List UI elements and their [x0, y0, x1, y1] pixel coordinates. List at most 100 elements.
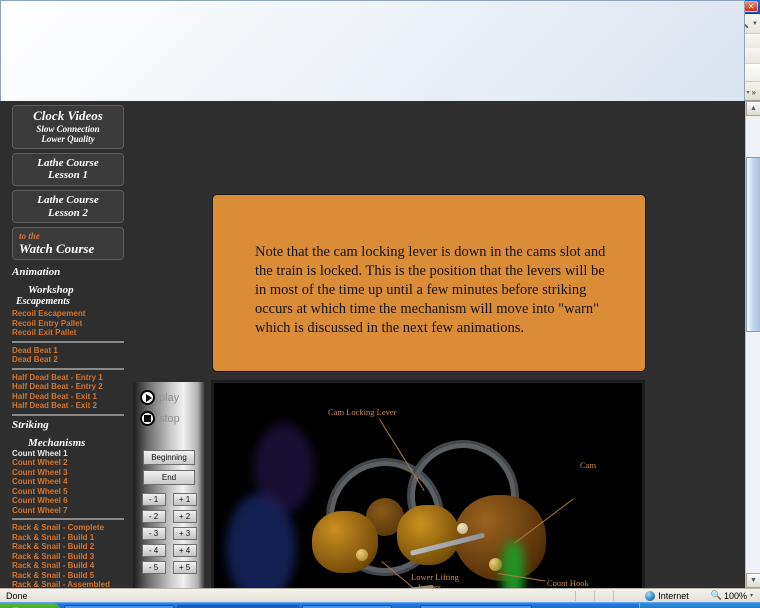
end-button[interactable]: End	[143, 470, 195, 485]
purple-glow	[254, 423, 314, 513]
animation-workshop-heading-2: Workshop	[28, 284, 74, 297]
annotation-lower-lifting-2: Levers	[418, 582, 442, 588]
annotation-cam: Cam	[580, 460, 597, 470]
sidebar-link-rack-snail-assembled[interactable]: Rack & Snail - Assembled	[12, 580, 124, 588]
instruction-text: Note that the cam locking lever is down …	[255, 244, 606, 336]
animation-viewport[interactable]: Cam Locking Lever Cam Lower Lifting Leve…	[211, 380, 645, 588]
striking-heading-1: Striking	[12, 418, 49, 431]
sidebar-link-count-wheel-5[interactable]: Count Wheel 5	[12, 487, 124, 497]
page-body: Clock Videos Slow Connection Lower Quali…	[0, 101, 745, 588]
zoom-caret[interactable]: ▾	[750, 592, 753, 599]
stop-label: stop	[159, 412, 180, 425]
tools-caret[interactable]: ▾	[747, 89, 750, 96]
step-plus-5-button[interactable]: + 5	[172, 561, 197, 574]
scroll-down-button[interactable]: ▼	[746, 573, 760, 588]
lathe1-sub: Lesson 1	[47, 169, 89, 182]
sidebar-link-count-wheel-7[interactable]: Count Wheel 7	[12, 506, 124, 516]
sidebar-link-count-wheel-1[interactable]: Count Wheel 1	[12, 449, 124, 459]
stop-icon	[140, 411, 155, 426]
sidebar-link-half-dead-beat-entry-1[interactable]: Half Dead Beat - Entry 1	[12, 373, 124, 383]
sidebar-link-rack-snail-build-2[interactable]: Rack & Snail - Build 2	[12, 542, 124, 552]
step-minus-3-button[interactable]: - 3	[141, 527, 166, 540]
sidebar-link-rack-snail-complete[interactable]: Rack & Snail - Complete	[12, 523, 124, 533]
count-hook-glow	[502, 541, 524, 588]
sidebar-link-count-wheel-3[interactable]: Count Wheel 3	[12, 468, 124, 478]
sidebar-link-recoil-exit-pallet[interactable]: Recoil Exit Pallet	[12, 328, 124, 338]
taskbar-item-raui[interactable]: RaUI	[301, 604, 392, 608]
security-zone-label: Internet	[658, 590, 689, 601]
taskbar-item-paint[interactable]: lt_1_page.JPG - Paint	[419, 604, 532, 608]
scrollbar-track[interactable]	[746, 117, 760, 572]
zoom-control[interactable]: 🔍 100% ▾	[711, 590, 753, 601]
step-minus-2-button[interactable]: - 2	[141, 510, 166, 523]
play-control[interactable]: play	[133, 382, 205, 405]
status-text: Done	[6, 590, 28, 601]
step-plus-1-button[interactable]: + 1	[172, 493, 197, 506]
step-minus-1-button[interactable]: - 1	[141, 493, 166, 506]
step-minus-4-button[interactable]: - 4	[141, 544, 166, 557]
annotation-count-hook: Count Hook	[547, 578, 589, 588]
clock-videos-sub1: Slow Connection	[36, 123, 100, 134]
command-bar: ▾ ▾ ▾ Page ▾ Tools ▾ »	[0, 0, 760, 487]
status-separators	[575, 590, 631, 601]
sidebar-link-rack-snail-build-3[interactable]: Rack & Snail - Build 3	[12, 552, 124, 562]
command-bar-overflow-icon[interactable]: »	[752, 88, 756, 97]
play-label: play	[159, 391, 180, 404]
step-plus-3-button[interactable]: + 3	[172, 527, 197, 540]
sidebar-link-recoil-entry-pallet[interactable]: Recoil Entry Pallet	[12, 319, 124, 329]
tab-bar: ★ ✚ ▾ Y (42293 unread) Yahoo! Mail, ... …	[0, 0, 760, 487]
start-button[interactable]: start	[0, 602, 62, 608]
sidebar-link-rack-snail-build-1[interactable]: Rack & Snail - Build 1	[12, 533, 124, 543]
step-minus-5-button[interactable]: - 5	[141, 561, 166, 574]
windows-taskbar: start Yahoo! Messenger e mainClockLoader…	[0, 602, 760, 608]
escapements-heading: Escapements	[16, 296, 70, 308]
step-plus-4-button[interactable]: + 4	[172, 544, 197, 557]
sidebar-link-half-dead-beat-exit-2[interactable]: Half Dead Beat - Exit 2	[12, 401, 124, 411]
system-tray: 9:45 AM	[638, 602, 760, 608]
sidebar-link-rack-snail-build-5[interactable]: Rack & Snail - Build 5	[12, 571, 124, 581]
brass-barrel-1	[312, 511, 378, 573]
play-icon	[140, 390, 155, 405]
sidebar-button-lathe-lesson-2[interactable]: Lathe Course Lesson 2	[12, 189, 124, 224]
striking-heading-2: Mechanisms	[28, 436, 86, 449]
sidebar-link-half-dead-beat-exit-1[interactable]: Half Dead Beat - Exit 1	[12, 392, 124, 402]
vertical-scrollbar[interactable]: ▲ ▼	[745, 101, 760, 588]
course-sidebar: Clock Videos Slow Connection Lower Quali…	[12, 105, 124, 588]
page-menu-button[interactable]: Page	[0, 0, 745, 487]
sidebar-divider	[12, 340, 124, 343]
annotation-lower-lifting-1: Lower Lifting	[411, 572, 459, 582]
sidebar-button-clock-videos[interactable]: Clock Videos Slow Connection Lower Quali…	[12, 105, 124, 149]
animation-control-panel: play stop Beginning End - 1 + 1 - 2 + 2 …	[133, 382, 205, 588]
close-button[interactable]: ✕	[744, 1, 758, 12]
sidebar-link-count-wheel-4[interactable]: Count Wheel 4	[12, 477, 124, 487]
security-zone[interactable]: Internet	[645, 590, 689, 601]
instruction-panel: Note that the cam locking lever is down …	[212, 194, 646, 372]
sidebar-link-half-dead-beat-entry-2[interactable]: Half Dead Beat - Entry 2	[12, 382, 124, 392]
taskbar-item-yahoo-messenger[interactable]: Yahoo! Messenger	[64, 604, 175, 608]
step-plus-2-button[interactable]: + 2	[172, 510, 197, 523]
sidebar-button-lathe-lesson-1[interactable]: Lathe Course Lesson 1	[12, 152, 124, 186]
search-provider-caret[interactable]: ▼	[752, 21, 758, 27]
brass-barrel-2	[397, 505, 459, 565]
animation-workshop-heading-1: Animation	[12, 266, 61, 279]
sidebar-link-rack-snail-build-4[interactable]: Rack & Snail - Build 4	[12, 561, 124, 571]
sidebar-link-count-wheel-2[interactable]: Count Wheel 2	[12, 458, 124, 468]
sidebar-link-dead-beat-2[interactable]: Dead Beat 2	[12, 355, 124, 365]
sidebar-link-count-wheel-6[interactable]: Count Wheel 6	[12, 496, 124, 506]
internet-zone-icon	[645, 590, 656, 601]
pivot-pin-1	[356, 549, 368, 561]
sidebar-link-recoil-escapement[interactable]: Recoil Escapement	[12, 309, 124, 319]
scroll-up-button[interactable]: ▲	[746, 101, 760, 116]
clock-videos-title: Clock Videos	[33, 108, 103, 123]
zoom-icon: 🔍	[710, 590, 722, 600]
stop-control[interactable]: stop	[133, 405, 205, 426]
sidebar-divider	[12, 518, 124, 521]
sidebar-divider	[12, 367, 124, 370]
sidebar-link-dead-beat-1[interactable]: Dead Beat 1	[12, 346, 124, 356]
scrollbar-thumb[interactable]	[746, 157, 760, 332]
beginning-button[interactable]: Beginning	[143, 450, 195, 465]
watch-course-title: Watch Course	[19, 240, 95, 256]
sidebar-button-watch-course[interactable]: to the Watch Course	[12, 227, 124, 261]
step-buttons: - 1 + 1 - 2 + 2 - 3 + 3 - 4 + 4 - 5 + 5	[133, 493, 205, 574]
taskbar-item-mainclockloader[interactable]: e mainClockLoader_1_2...	[177, 604, 299, 608]
